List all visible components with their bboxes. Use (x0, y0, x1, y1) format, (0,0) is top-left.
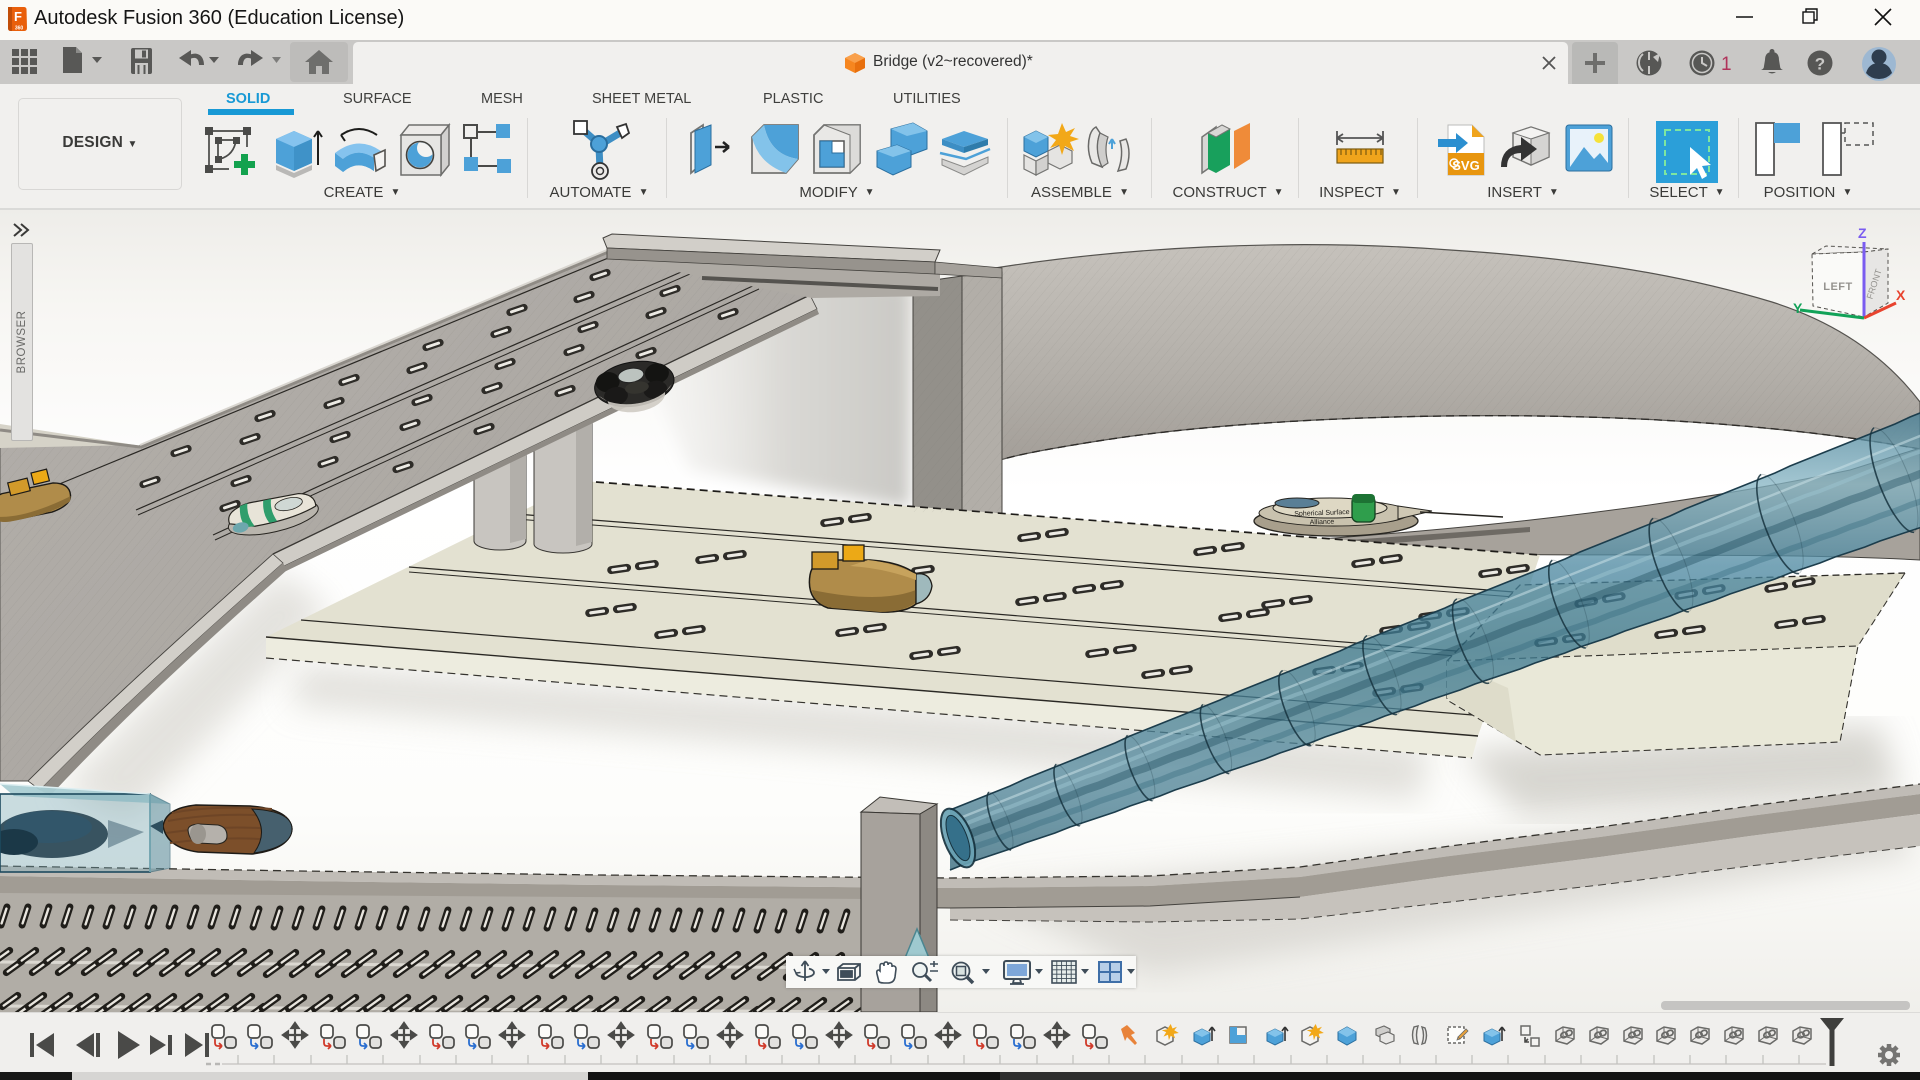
svg-text:360: 360 (15, 26, 24, 32)
svg-text:1: 1 (1721, 54, 1732, 75)
svg-text:X: X (1896, 287, 1906, 303)
svg-text:LEFT: LEFT (1823, 281, 1853, 293)
svg-text:F: F (14, 9, 22, 24)
svg-text:Alliance: Alliance (1310, 519, 1335, 527)
svg-text:Y: Y (1793, 300, 1803, 316)
svg-text:?: ? (1815, 55, 1825, 74)
svg-text:Z: Z (1858, 225, 1867, 241)
